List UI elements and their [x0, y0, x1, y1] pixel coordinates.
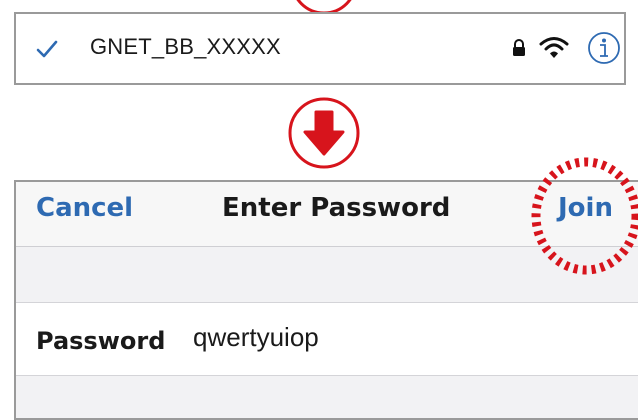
cancel-button[interactable]: Cancel — [36, 190, 133, 226]
arrow-down-icon — [288, 97, 360, 169]
wifi-network-row[interactable]: GNET_BB_XXXXX — [14, 12, 626, 85]
password-label: Password — [36, 327, 166, 355]
password-input-value[interactable]: qwertyuiop — [193, 320, 319, 354]
checkmark-icon — [36, 40, 58, 58]
join-highlight-ring — [531, 157, 638, 275]
info-icon[interactable] — [587, 31, 621, 65]
wifi-signal-icon — [539, 37, 569, 58]
field-divider-bottom — [16, 375, 638, 376]
network-name: GNET_BB_XXXXX — [90, 34, 281, 59]
dialog-title: Enter Password — [222, 193, 451, 223]
lock-icon — [513, 39, 525, 56]
